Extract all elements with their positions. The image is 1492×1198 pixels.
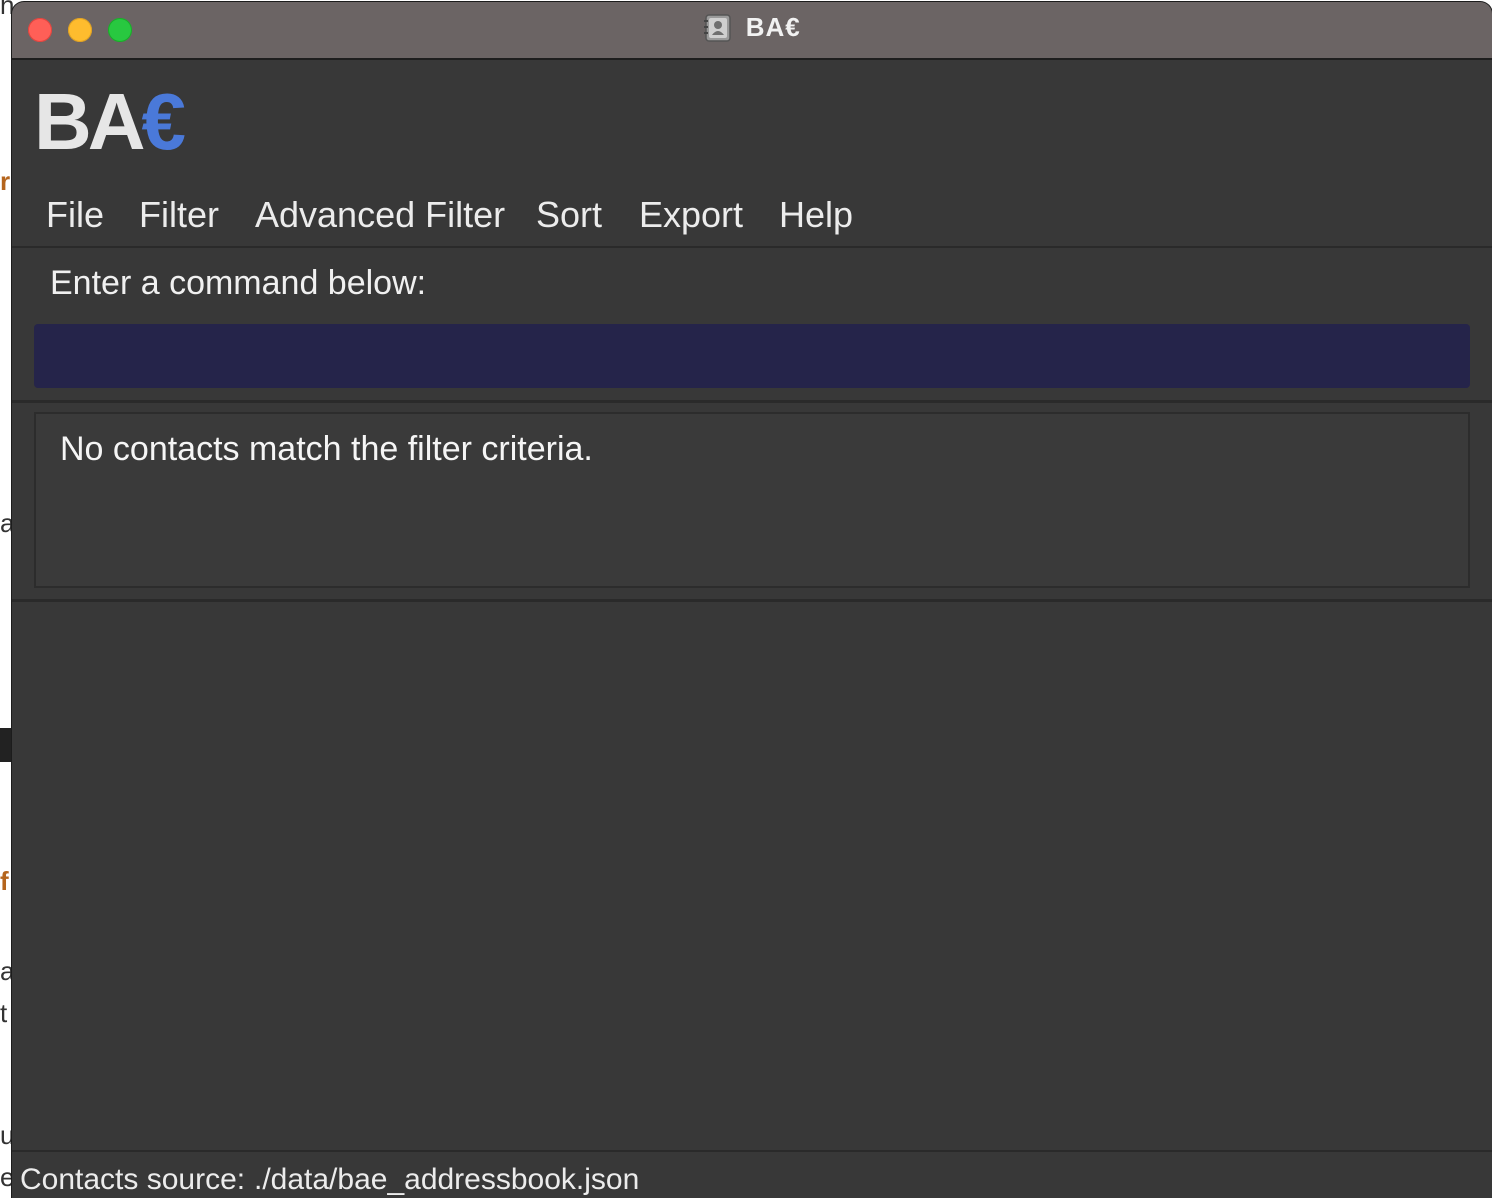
- app-logo: BA€: [34, 74, 186, 170]
- result-display[interactable]: No contacts match the filter criteria.: [34, 412, 1470, 588]
- command-input[interactable]: [34, 324, 1470, 388]
- logo-euro-sign: €: [141, 77, 186, 166]
- divider[interactable]: [12, 400, 1492, 403]
- address-book-icon: [703, 13, 733, 43]
- menu-filter[interactable]: Filter: [139, 194, 219, 236]
- menu-bar: File Filter Advanced Filter Sort Export …: [12, 188, 1492, 248]
- background-text-fragment: f: [0, 866, 9, 896]
- contact-list-panel[interactable]: [12, 602, 1492, 1150]
- menu-file[interactable]: File: [46, 194, 104, 236]
- background-text-fragment: t: [0, 998, 8, 1028]
- menu-sort[interactable]: Sort: [536, 194, 602, 236]
- window-title-text: BA€: [745, 12, 801, 42]
- background-text-fragment: r: [0, 166, 11, 196]
- title-bar[interactable]: BA€: [12, 2, 1492, 60]
- menu-export[interactable]: Export: [639, 194, 743, 236]
- menu-advanced-filter[interactable]: Advanced Filter: [255, 194, 505, 236]
- command-prompt-label: Enter a command below:: [50, 264, 427, 302]
- status-bar: Contacts source: ./data/bae_addressbook.…: [12, 1150, 1492, 1198]
- result-message: No contacts match the filter criteria.: [60, 430, 593, 468]
- menu-help[interactable]: Help: [779, 194, 853, 236]
- status-source-path: ./data/bae_addressbook.json: [254, 1163, 640, 1196]
- window-title: BA€: [12, 12, 1492, 48]
- status-source-label: Contacts source:: [20, 1163, 246, 1196]
- logo-text: BA: [34, 77, 146, 166]
- app-window: BA€ BA€ File Filter Advanced Filter Sort…: [12, 2, 1492, 1198]
